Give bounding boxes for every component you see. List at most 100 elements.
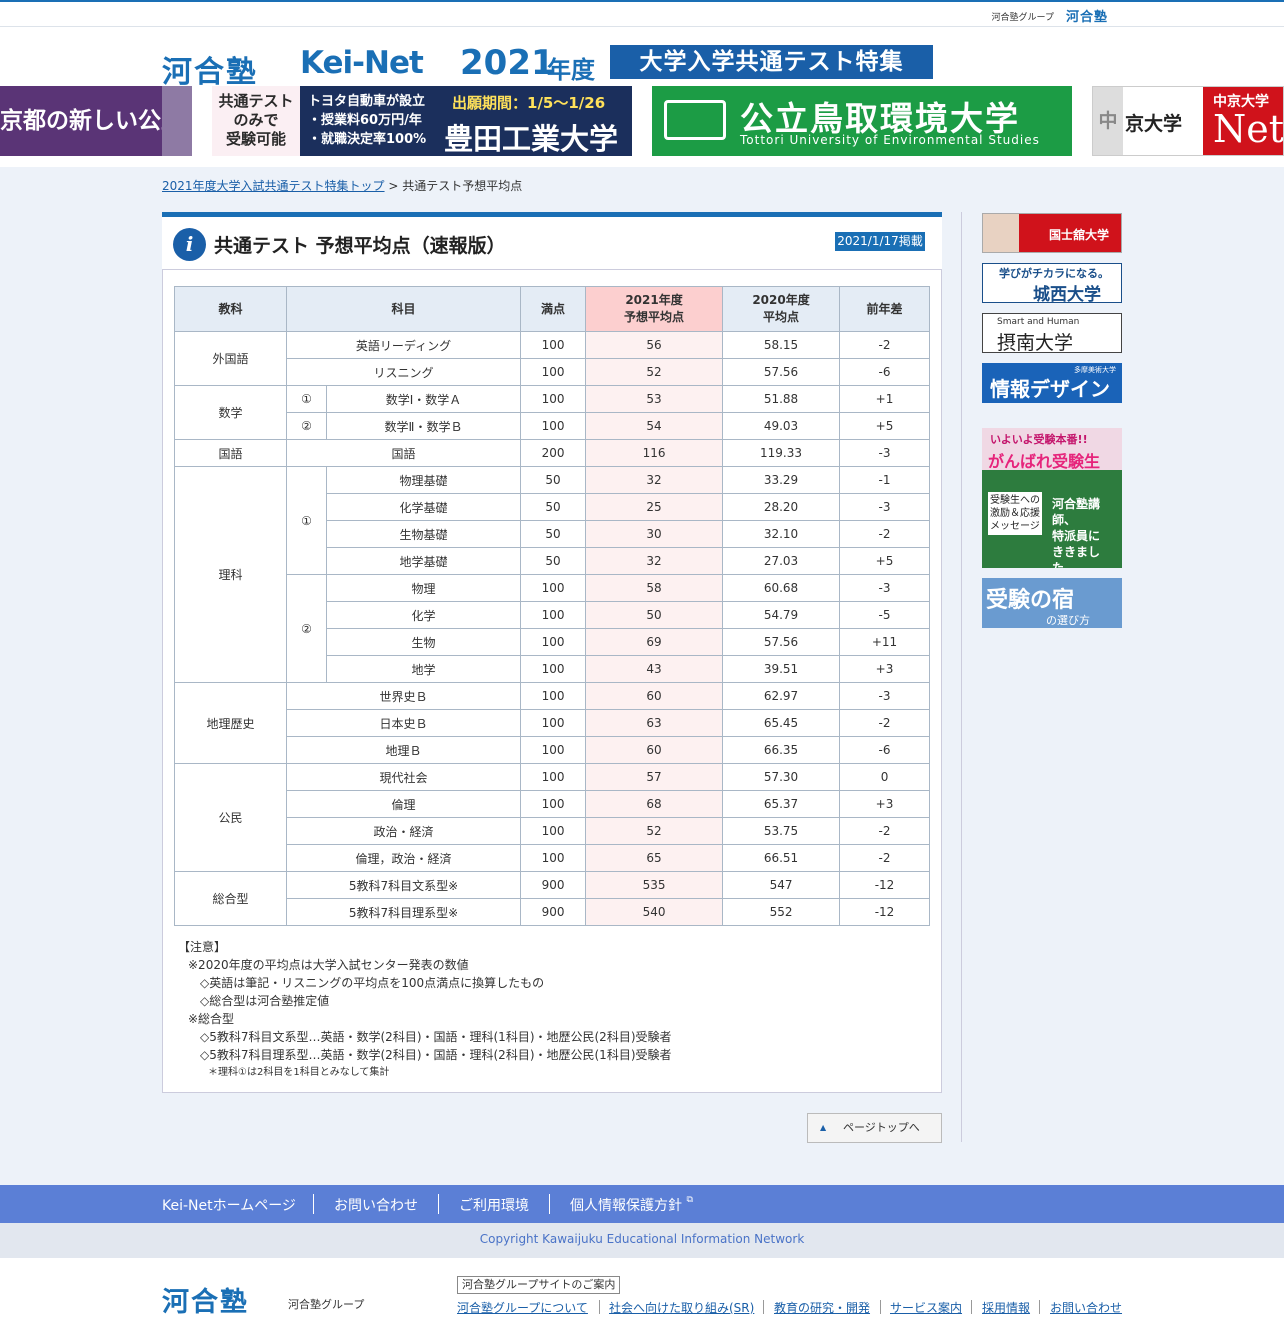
cell-predicted: 540 bbox=[585, 898, 724, 926]
cell-previous: 49.03 bbox=[722, 412, 841, 440]
cell-diff: -2 bbox=[839, 817, 931, 845]
header-text: 予想平均点 bbox=[624, 310, 685, 324]
cell-full: 100 bbox=[520, 763, 587, 791]
ad-text: ・授業料60万円/年 bbox=[308, 113, 422, 128]
ad-banner-toyota-left: 共通テスト のみで 受験可能 bbox=[212, 86, 300, 156]
side-banner-text: 城西大学 bbox=[1033, 285, 1101, 303]
cell-predicted: 58 bbox=[585, 574, 724, 602]
cell-diff: +5 bbox=[839, 412, 931, 440]
cell-course: 5教科7科目文系型※ bbox=[285, 871, 522, 899]
cell-previous: 51.88 bbox=[722, 385, 841, 413]
footer-link-home[interactable]: Kei-Netホームページ bbox=[162, 1195, 296, 1215]
cell-diff: +3 bbox=[839, 790, 931, 818]
ad-banner-toyota[interactable]: 共通テスト のみで 受験可能 トヨタ自動車が設立 ・授業料60万円/年 ・就職決… bbox=[212, 86, 632, 156]
cell-full: 100 bbox=[520, 736, 587, 764]
footer-separator bbox=[763, 1300, 764, 1314]
ad-banner-toyota-mid: トヨタ自動車が設立 ・授業料60万円/年 ・就職決定率100% bbox=[308, 92, 426, 149]
cell-previous: 65.37 bbox=[722, 790, 841, 818]
cell-full: 100 bbox=[520, 817, 587, 845]
cell-predicted: 50 bbox=[585, 601, 724, 629]
footer-group-link-contact[interactable]: お問い合わせ bbox=[1050, 1299, 1122, 1316]
kawaijuku-footer-logo[interactable]: 河合塾 bbox=[162, 1280, 249, 1319]
ad-text: トヨタ自動車が設立 bbox=[308, 94, 426, 109]
side-banner-message: 受験生への 激励＆応援 メッセージ bbox=[988, 492, 1042, 535]
side-banner-text: メッセージ bbox=[990, 521, 1040, 532]
cell-previous: 58.15 bbox=[722, 331, 841, 359]
page-top-button[interactable]: ▲ ページトップへ bbox=[807, 1113, 942, 1143]
side-banner-kokushikan[interactable]: 国士舘大学 bbox=[982, 213, 1122, 253]
cell-group: ① bbox=[286, 466, 327, 575]
ad-text: 共通テスト bbox=[218, 92, 294, 110]
cell-group: ② bbox=[286, 574, 327, 683]
cell-predicted: 54 bbox=[585, 412, 724, 440]
side-banner-setsunan[interactable]: Smart and Human 摂南大学 bbox=[982, 313, 1122, 353]
cell-group: ② bbox=[286, 412, 327, 440]
cell-category: 外国語 bbox=[174, 331, 287, 386]
ad-banner-tottori[interactable]: 公立鳥取環境大学 Tottori University of Environme… bbox=[652, 86, 1072, 156]
kawaijuku-top-logo[interactable]: 河合塾 bbox=[1066, 6, 1108, 25]
side-banner-josai[interactable]: 学びがチカラになる。 城西大学 bbox=[982, 263, 1122, 303]
breadcrumb-link-top[interactable]: 2021年度大学入試共通テスト特集トップ bbox=[162, 179, 385, 193]
ad-banner-chukyo-name: 京大学 bbox=[1125, 113, 1183, 135]
cell-category: 地理歴史 bbox=[174, 682, 287, 764]
kawaijuku-logo[interactable]: 河合塾 bbox=[162, 47, 258, 91]
ad-text: 受験可能 bbox=[225, 130, 286, 148]
keinet-logo[interactable]: Kei-Net bbox=[300, 45, 424, 81]
ad-banner-kyoto-edge bbox=[162, 86, 192, 156]
table-row: 国語 国語 200 116 119.33 -3 bbox=[174, 439, 931, 467]
cell-full: 50 bbox=[520, 547, 587, 575]
cell-category: 公民 bbox=[174, 763, 287, 872]
cell-predicted: 68 bbox=[585, 790, 724, 818]
cell-full: 100 bbox=[520, 844, 587, 872]
header-year-suffix: 年度 bbox=[547, 56, 595, 84]
cell-previous: 57.56 bbox=[722, 628, 841, 656]
breadcrumb-current: 共通テスト予想平均点 bbox=[402, 179, 523, 193]
cell-diff: -2 bbox=[839, 520, 931, 548]
footer-group-link-research[interactable]: 教育の研究・開発 bbox=[774, 1299, 870, 1316]
cell-course: リスニング bbox=[285, 358, 522, 386]
footer-link-privacy[interactable]: 個人情報保護方針 ⧉ bbox=[570, 1195, 693, 1215]
cell-full: 100 bbox=[520, 655, 587, 683]
footer-link-environment[interactable]: ご利用環境 bbox=[459, 1195, 529, 1215]
notes-line: ◇英語は筆記・リスニングの平均点を100点満点に換算したもの bbox=[200, 976, 545, 990]
footer-group-link-sr[interactable]: 社会へ向けた取り組み(SR) bbox=[609, 1299, 754, 1316]
notes-line: ※総合型 bbox=[188, 1012, 235, 1026]
cell-previous: 32.10 bbox=[722, 520, 841, 548]
footer-group-link-service[interactable]: サービス案内 bbox=[890, 1299, 962, 1316]
side-banner-text: 河合塾講師、 bbox=[1052, 497, 1101, 527]
notes-line: ◇総合型は河合塾推定値 bbox=[200, 994, 330, 1008]
cell-diff: -6 bbox=[839, 358, 931, 386]
footer-separator bbox=[599, 1300, 600, 1314]
side-banner-juken-yado[interactable]: 受験の宿 の選び方 bbox=[982, 578, 1122, 628]
arrow-up-icon: ▲ bbox=[820, 1123, 827, 1132]
cell-diff: -3 bbox=[839, 439, 931, 467]
cell-predicted: 535 bbox=[585, 871, 724, 899]
cell-diff: -2 bbox=[839, 844, 931, 872]
cell-category: 国語 bbox=[174, 439, 287, 467]
table-row: 外国語 英語リーディング 100 56 58.15 -2 bbox=[174, 331, 931, 386]
cell-diff: +1 bbox=[839, 385, 931, 413]
cell-full: 900 bbox=[520, 871, 587, 899]
side-banner-tamabi[interactable]: 多摩美術大学 情報デザイン bbox=[982, 363, 1122, 403]
cell-course: 政治・経済 bbox=[285, 817, 522, 845]
footer-link-contact[interactable]: お問い合わせ bbox=[334, 1195, 418, 1215]
header-text: 平均点 bbox=[763, 310, 800, 324]
table-row: 日本史Ｂ 100 63 65.45 -2 bbox=[175, 709, 931, 737]
cell-predicted: 32 bbox=[585, 547, 724, 575]
side-banner-ganbare[interactable]: いよいよ受験本番!! がんばれ受験生 受験生への 激励＆応援 メッセージ 河合塾… bbox=[982, 428, 1122, 568]
side-banner-text: 国士舘大学 bbox=[1049, 228, 1110, 242]
cell-previous: 53.75 bbox=[722, 817, 841, 845]
cell-category: 総合型 bbox=[174, 871, 287, 926]
cell-full: 100 bbox=[520, 412, 587, 440]
sidebar-divider bbox=[961, 212, 962, 1142]
footer-group-link-recruit[interactable]: 採用情報 bbox=[982, 1299, 1030, 1316]
ad-banner-kyoto[interactable]: 京都の新しい公立大学 bbox=[0, 86, 192, 156]
cell-predicted: 52 bbox=[585, 358, 724, 386]
cell-previous: 66.35 bbox=[722, 736, 841, 764]
cell-diff: -5 bbox=[839, 601, 931, 629]
cell-diff: -3 bbox=[839, 682, 931, 710]
ad-banner-chukyo[interactable]: 中 京大学 中京大学 Net bbox=[1092, 86, 1284, 156]
cell-previous: 65.45 bbox=[722, 709, 841, 737]
footer-group-link-about[interactable]: 河合塾グループについて bbox=[457, 1299, 588, 1316]
table-row: ② 物理 100 58 60.68 -3 bbox=[175, 574, 931, 683]
